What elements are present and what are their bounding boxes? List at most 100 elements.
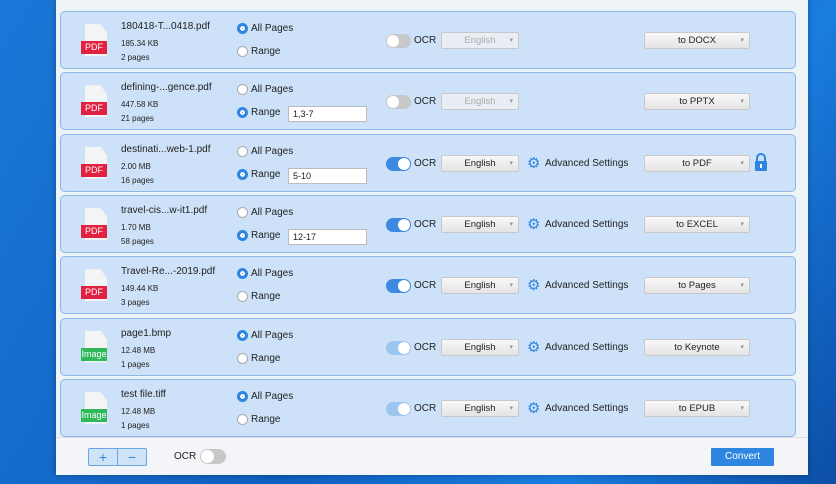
chevron-down-icon: ▾ [740, 404, 744, 412]
page-range-input[interactable]: 1,3-7 [288, 106, 367, 123]
all-pages-radio[interactable]: All Pages [237, 390, 293, 402]
language-dropdown[interactable]: English ▾ [441, 154, 519, 172]
ocr-label: OCR [414, 35, 437, 46]
pdf-file-icon: PDF [81, 24, 109, 58]
language-dropdown[interactable]: English ▾ [441, 277, 519, 295]
range-radio[interactable]: Range [237, 168, 280, 180]
file-name: page1.bmp [121, 327, 172, 339]
file-size: 2.00 MB [121, 161, 151, 171]
file-name: destinati...web-1.pdf [121, 143, 211, 155]
ocr-toggle[interactable] [386, 340, 411, 355]
pdf-file-icon: PDF [81, 207, 109, 242]
chevron-down-icon: ▾ [740, 343, 744, 351]
output-format-dropdown[interactable]: to EXCEL ▾ [644, 215, 750, 233]
gear-icon[interactable]: ⚙ [527, 340, 540, 355]
language-dropdown[interactable]: English ▾ [441, 338, 519, 356]
page-count: 21 pages [121, 114, 154, 124]
global-ocr-toggle[interactable] [200, 449, 226, 464]
gear-icon[interactable]: ⚙ [527, 217, 540, 232]
file-row: Image page1.bmp 12.48 MB 1 pages All Pag… [60, 317, 796, 376]
gear-icon[interactable]: ⚙ [527, 156, 540, 171]
file-size: 12.48 MB [121, 406, 156, 416]
advanced-settings-link[interactable]: Advanced Settings [545, 219, 628, 230]
all-pages-radio[interactable]: All Pages [237, 23, 293, 34]
ocr-label: OCR [414, 280, 437, 292]
lock-icon[interactable] [754, 152, 768, 171]
chevron-down-icon: ▾ [740, 282, 744, 290]
chevron-down-icon: ▾ [509, 220, 513, 228]
all-pages-radio[interactable]: All Pages [237, 329, 293, 341]
language-dropdown[interactable]: English ▾ [441, 32, 519, 49]
output-format-dropdown[interactable]: to EPUB ▾ [644, 399, 750, 417]
file-size: 447.58 KB [121, 100, 159, 110]
chevron-down-icon: ▾ [509, 282, 513, 290]
ocr-label: OCR [414, 402, 437, 414]
all-pages-radio[interactable]: All Pages [237, 206, 293, 218]
global-ocr-label: OCR [174, 451, 197, 462]
pdf-file-icon: PDF [81, 146, 109, 181]
ocr-label: OCR [414, 218, 437, 230]
advanced-settings-link[interactable]: Advanced Settings [545, 342, 628, 353]
chevron-down-icon: ▾ [740, 98, 744, 106]
all-pages-radio[interactable]: All Pages [237, 268, 293, 280]
ocr-label: OCR [414, 341, 437, 353]
ocr-toggle[interactable] [386, 279, 411, 294]
file-name: test file.tiff [121, 388, 166, 400]
file-name: Travel-Re...-2019.pdf [121, 266, 216, 278]
all-pages-radio[interactable]: All Pages [237, 84, 293, 96]
ocr-toggle[interactable] [386, 95, 411, 110]
file-row: PDF 180418-T...0418.pdf 185.34 KB 2 page… [60, 11, 796, 69]
ocr-toggle[interactable] [386, 401, 411, 416]
gear-icon[interactable]: ⚙ [527, 278, 540, 293]
add-remove-group: + − [88, 448, 147, 466]
file-row: PDF Travel-Re...-2019.pdf 149.44 KB 3 pa… [60, 256, 796, 315]
language-dropdown[interactable]: English ▾ [441, 215, 519, 233]
ocr-toggle[interactable] [386, 34, 411, 48]
pdf-file-icon: PDF [81, 269, 109, 303]
range-radio[interactable]: Range [237, 352, 280, 364]
chevron-down-icon: ▾ [740, 37, 744, 44]
chevron-down-icon: ▾ [740, 220, 744, 228]
page-count: 16 pages [121, 175, 154, 185]
output-format-dropdown[interactable]: to PDF ▾ [644, 154, 750, 172]
page-range-input[interactable]: 12-17 [288, 228, 367, 245]
advanced-settings-link[interactable]: Advanced Settings [545, 403, 628, 414]
output-format-dropdown[interactable]: to Pages ▾ [644, 277, 750, 295]
output-format-dropdown[interactable]: to PPTX ▾ [644, 93, 750, 111]
range-radio[interactable]: Range [237, 291, 280, 303]
gear-icon[interactable]: ⚙ [527, 401, 540, 416]
all-pages-radio[interactable]: All Pages [237, 145, 293, 157]
page-range-input[interactable]: 5-10 [288, 167, 367, 184]
file-row: PDF defining-...gence.pdf 447.58 KB 21 p… [60, 72, 796, 131]
image-file-icon: Image [81, 330, 109, 365]
language-dropdown[interactable]: English ▾ [441, 399, 519, 417]
file-size: 12.48 MB [121, 345, 156, 355]
range-radio[interactable]: Range [237, 229, 280, 241]
advanced-settings-link[interactable]: Advanced Settings [545, 280, 628, 291]
file-name: 180418-T...0418.pdf [121, 21, 210, 32]
file-row: PDF destinati...web-1.pdf 2.00 MB 16 pag… [60, 133, 796, 192]
page-count: 1 pages [121, 359, 150, 369]
range-radio[interactable]: Range [237, 107, 280, 119]
page-count: 1 pages [121, 420, 150, 430]
file-size: 149.44 KB [121, 284, 159, 294]
convert-button[interactable]: Convert [711, 448, 774, 466]
output-format-dropdown[interactable]: to DOCX ▾ [644, 32, 750, 49]
advanced-settings-link[interactable]: Advanced Settings [545, 158, 628, 169]
page-count: 3 pages [121, 298, 150, 308]
range-radio[interactable]: Range [237, 46, 280, 57]
add-file-button[interactable]: + [89, 449, 118, 465]
chevron-down-icon: ▾ [509, 98, 513, 106]
page-count: 2 pages [121, 53, 150, 62]
page-count: 58 pages [121, 236, 154, 246]
language-dropdown[interactable]: English ▾ [441, 93, 519, 111]
file-name: defining-...gence.pdf [121, 82, 212, 94]
chevron-down-icon: ▾ [509, 404, 513, 412]
range-radio[interactable]: Range [237, 413, 280, 425]
ocr-toggle[interactable] [386, 156, 411, 171]
pdf-file-icon: PDF [81, 85, 109, 119]
ocr-toggle[interactable] [386, 217, 411, 232]
remove-file-button[interactable]: − [118, 449, 146, 465]
file-size: 1.70 MB [121, 222, 151, 232]
output-format-dropdown[interactable]: to Keynote ▾ [644, 338, 750, 356]
